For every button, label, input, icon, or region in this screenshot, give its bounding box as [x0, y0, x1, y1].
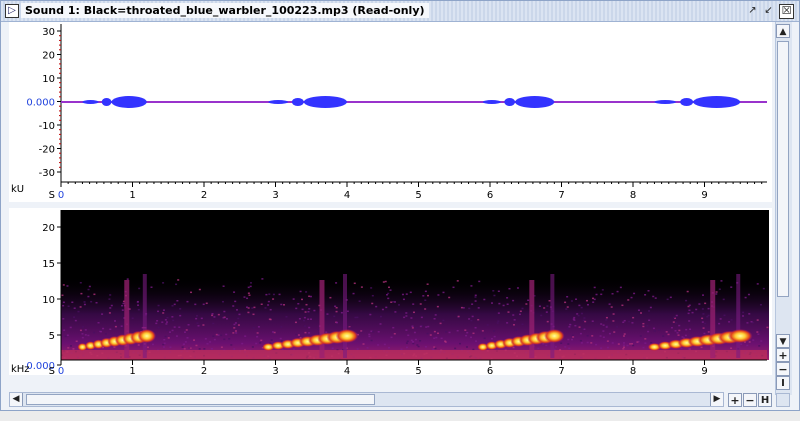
- waveform-pane[interactable]: 30 20 10 0.000 -10 -20 -30 0 1 2 3 4 5 6 7 8 9 S kU: [9, 22, 772, 202]
- spectrogram-x-tick-label: 3: [272, 366, 278, 375]
- waveform-burst: [101, 98, 112, 106]
- zoom-out-button[interactable]: −: [776, 362, 790, 376]
- spectrogram-y-tick-label: 15: [42, 259, 55, 270]
- waveform-burst: [111, 96, 147, 108]
- scroll-up-button[interactable]: ▲: [776, 24, 790, 38]
- spectrogram-note: [727, 329, 753, 343]
- waveform-burst: [82, 100, 99, 104]
- close-icon[interactable]: ☒: [779, 4, 794, 19]
- waveform-burst: [654, 100, 676, 104]
- scroll-corner: [776, 393, 790, 407]
- spectrogram-x-tick-label: 2: [201, 366, 207, 375]
- maximize-icon[interactable]: ↙: [762, 4, 775, 17]
- spectrogram-x-tick-label: 9: [701, 366, 707, 375]
- spectrogram-x-tick-label: 6: [487, 366, 493, 375]
- scroll-down-button[interactable]: ▼: [776, 334, 790, 348]
- waveform-y-tick-label: 30: [42, 27, 55, 38]
- waveform-burst: [515, 96, 555, 108]
- spectrogram-y-tick-label: 5: [49, 331, 55, 342]
- waveform-burst: [291, 98, 304, 106]
- fit-horizontal-button[interactable]: H: [758, 393, 772, 407]
- spectrogram-x-axis-start: S: [49, 366, 55, 375]
- horizontal-scrollbar[interactable]: ◀ ▶: [9, 392, 724, 407]
- waveform-burst: [504, 98, 516, 106]
- waveform-x-tick-label: 9: [701, 190, 707, 201]
- spectrogram-x-tick-label: 8: [630, 366, 636, 375]
- waveform-plot: 30 20 10 0.000 -10 -20 -30 0 1 2 3 4 5 6 7 8 9 S kU: [11, 24, 767, 201]
- waveform-y-tick-label: 20: [42, 51, 55, 62]
- waveform-y-tick-label: -10: [39, 121, 55, 132]
- spectrogram-x-tick-label: 0: [58, 366, 64, 375]
- waveform-unit-label: kU: [11, 184, 24, 195]
- spectrogram-x-tick-label: 5: [415, 366, 421, 375]
- spectrogram-pane[interactable]: 20 15 10 5 0.000 0123456789S kHz: [9, 208, 772, 377]
- vertical-scrollbar[interactable]: ▲ ▼ + − I: [775, 22, 792, 395]
- waveform-y-tick-label: 0.000: [26, 98, 55, 109]
- waveform-burst: [482, 100, 501, 104]
- waveform-burst: [268, 100, 289, 104]
- waveform-x-tick-label: 8: [630, 190, 636, 201]
- window-icon: ▷: [5, 4, 19, 18]
- waveform-x-tick-label: 1: [129, 190, 135, 201]
- spectrogram-x-tick-label: 4: [344, 366, 350, 375]
- waveform-x-tick-label: 0: [58, 190, 64, 201]
- spectrogram-y-tick-label: 10: [42, 295, 55, 306]
- zoom-in-button[interactable]: +: [776, 348, 790, 362]
- spectrogram-plot: 20151050.000 0 1 2 3 4 5 6 7 8 9S kHz: [11, 210, 769, 377]
- spectrogram-note: [335, 329, 359, 343]
- sound-window: ▷ Sound 1: Black=throated_blue_warbler_1…: [0, 0, 800, 411]
- title-bar[interactable]: ▷ Sound 1: Black=throated_blue_warbler_1…: [1, 1, 799, 22]
- waveform-x-tick-label: 3: [272, 190, 278, 201]
- waveform-x-tick-label: 5: [415, 190, 421, 201]
- waveform-y-tick-label: -20: [39, 145, 55, 156]
- waveform-burst: [693, 96, 741, 108]
- waveform-x-tick-label: 7: [558, 190, 564, 201]
- spectrogram-x-tick-label: 7: [558, 366, 564, 375]
- fit-vertical-button[interactable]: I: [776, 376, 790, 390]
- scroll-right-button[interactable]: ▶: [710, 393, 723, 406]
- waveform-y-tick-label: 10: [42, 74, 55, 85]
- waveform-x-tick-label: 4: [344, 190, 350, 201]
- scroll-left-button[interactable]: ◀: [10, 393, 23, 406]
- vertical-scroll-thumb[interactable]: [777, 41, 789, 297]
- restore-icon[interactable]: ↗: [746, 4, 759, 17]
- spectrogram-note: [544, 329, 565, 343]
- waveform-x-axis-start: S: [49, 190, 55, 201]
- spectrogram-x-tick-label: 1: [129, 366, 135, 375]
- horizontal-scroll-thumb[interactable]: [26, 394, 375, 405]
- h-zoom-in-button[interactable]: +: [728, 393, 742, 407]
- waveform-y-tick-label: -30: [39, 168, 55, 179]
- waveform-burst: [303, 96, 347, 108]
- spectrogram-note: [137, 329, 157, 343]
- waveform-x-tick-label: 2: [201, 190, 207, 201]
- spectrogram-unit-label: kHz: [11, 364, 30, 375]
- spectrogram-y-tick-label: 20: [42, 223, 55, 234]
- waveform-x-tick-label: 6: [487, 190, 493, 201]
- h-zoom-out-button[interactable]: −: [743, 393, 757, 407]
- window-title: Sound 1: Black=throated_blue_warbler_100…: [21, 3, 429, 18]
- waveform-burst: [680, 98, 694, 106]
